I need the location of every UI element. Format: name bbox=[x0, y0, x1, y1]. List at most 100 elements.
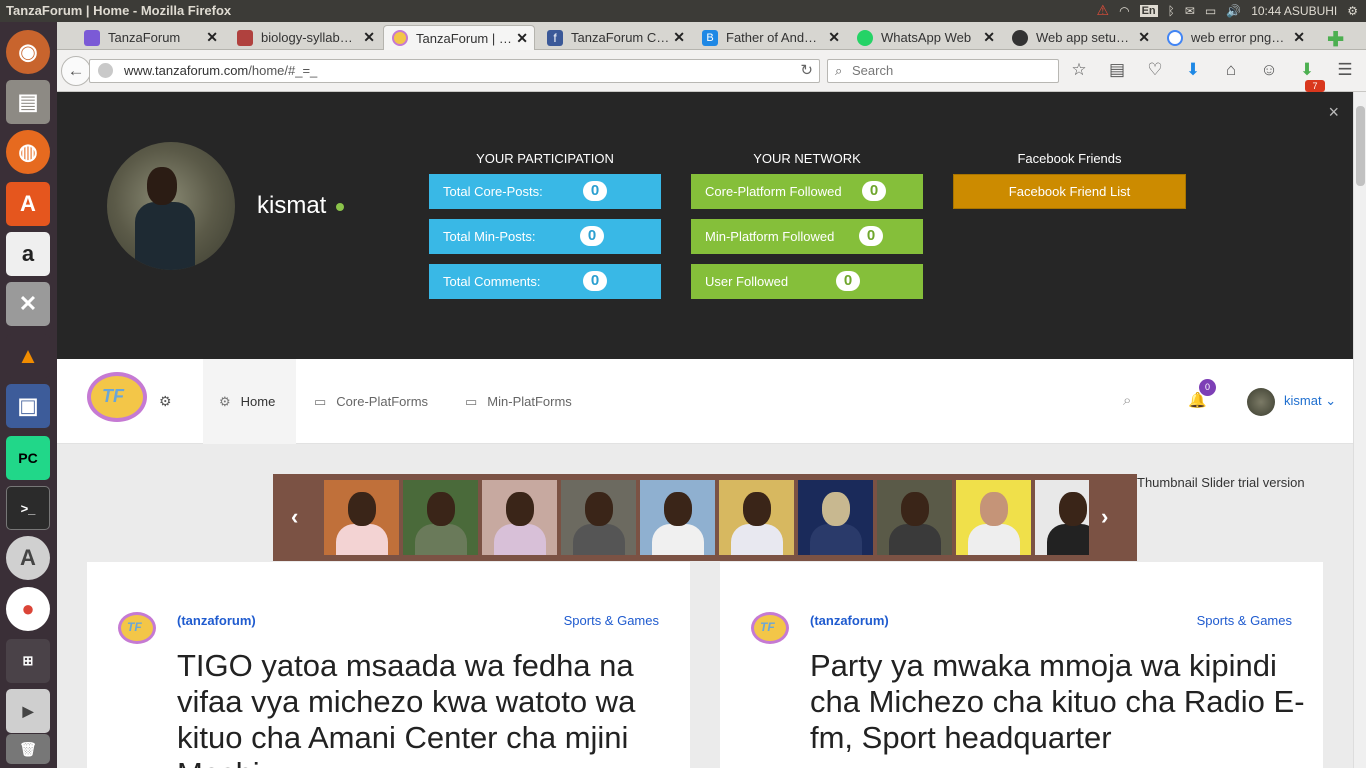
keyboard-layout[interactable]: En bbox=[1139, 4, 1158, 17]
profile-avatar bbox=[107, 142, 235, 270]
bluetooth-icon[interactable]: ᛒ bbox=[1168, 4, 1175, 18]
thumb-head bbox=[901, 492, 929, 526]
trash-icon[interactable]: 🗑 bbox=[6, 734, 50, 764]
url-bar[interactable]: www.tanzaforum.com/home/#_=_ ↻ bbox=[89, 59, 820, 83]
bell-icon[interactable]: 🔔 0 bbox=[1188, 379, 1216, 409]
slider-thumbnail[interactable] bbox=[403, 480, 478, 555]
tab-close-icon[interactable]: ✕ bbox=[1293, 29, 1305, 46]
slider-thumbnail[interactable] bbox=[719, 480, 794, 555]
site-logo[interactable]: TF bbox=[87, 372, 147, 422]
thumb-head bbox=[348, 492, 376, 526]
scrollbar-thumb[interactable] bbox=[1356, 106, 1365, 186]
nav-label: Min-PlatForms bbox=[487, 394, 572, 409]
page-scrollbar[interactable] bbox=[1353, 92, 1366, 768]
stat-core-platform-followed[interactable]: Core-Platform Followed 0 bbox=[691, 174, 923, 209]
system-settings-icon[interactable]: ✕ bbox=[6, 282, 50, 326]
battery-icon[interactable]: ▭ bbox=[1205, 4, 1216, 18]
power-gear-icon[interactable]: ⚙ bbox=[1347, 4, 1358, 18]
media-player-icon[interactable]: ▶ bbox=[6, 689, 50, 733]
files-icon[interactable]: ▤ bbox=[6, 80, 50, 124]
ubuntu-dash-icon[interactable]: ◉ bbox=[6, 30, 50, 74]
thumb-head bbox=[822, 492, 850, 526]
gear-icon[interactable]: ⚙ bbox=[159, 393, 172, 410]
stat-count: 0 bbox=[583, 271, 607, 291]
tab-close-icon[interactable]: ✕ bbox=[828, 29, 840, 46]
site-header: TF ⚙ ⚙ Home ▭ Core-PlatForms ▭ Min-PlatForm… bbox=[57, 359, 1353, 444]
post-card[interactable]: TF (tanzaforum) Sports & Games Party ya … bbox=[720, 562, 1323, 768]
close-icon[interactable]: × bbox=[1328, 102, 1339, 123]
google-favicon-icon bbox=[1167, 29, 1183, 46]
network-title: YOUR NETWORK bbox=[753, 151, 861, 166]
url-host: www.tanzaforum.com bbox=[124, 63, 249, 78]
search-input[interactable]: ⌕ Search bbox=[827, 59, 1059, 83]
post-category[interactable]: Sports & Games bbox=[564, 613, 659, 628]
workspace-switcher-icon[interactable]: ⊞ bbox=[6, 639, 50, 683]
tab-close-icon[interactable]: ✕ bbox=[206, 29, 218, 46]
software-updater-icon[interactable]: A bbox=[6, 536, 50, 580]
reload-icon[interactable]: ↻ bbox=[800, 60, 813, 82]
mail-icon[interactable]: ✉ bbox=[1185, 4, 1195, 18]
tab-close-icon[interactable]: ✕ bbox=[516, 30, 528, 47]
firefox-icon[interactable]: ◍ bbox=[6, 130, 50, 174]
search-icon[interactable]: ⌕ bbox=[1123, 392, 1131, 409]
pycharm-icon[interactable]: PC bbox=[6, 436, 50, 480]
browser-tab[interactable]: Web app setu… ✕ bbox=[1004, 25, 1156, 50]
volume-icon[interactable]: 🔊 bbox=[1226, 4, 1241, 18]
slider-next-icon[interactable]: › bbox=[1101, 504, 1108, 530]
slider-thumbnail[interactable] bbox=[324, 480, 399, 555]
avatar[interactable] bbox=[1247, 388, 1275, 416]
stat-min-platform-followed[interactable]: Min-Platform Followed 0 bbox=[691, 219, 923, 254]
stat-min-posts[interactable]: Total Min-Posts: 0 bbox=[429, 219, 661, 254]
post-source-logo: TF bbox=[751, 612, 789, 644]
browser-tab[interactable]: WhatsApp Web ✕ bbox=[849, 25, 1001, 50]
browser-tab[interactable]: web error png… ✕ bbox=[1159, 25, 1311, 50]
browser-tab[interactable]: TanzaForum ✕ bbox=[76, 25, 224, 50]
post-title[interactable]: Party ya mwaka mmoja wa kipindi cha Mich… bbox=[810, 648, 1310, 756]
back-button[interactable]: ← bbox=[61, 56, 91, 86]
user-menu[interactable]: kismat ⌄ bbox=[1284, 393, 1336, 409]
post-title[interactable]: TIGO yatoa msaada wa fedha na vifaa vya … bbox=[177, 648, 677, 768]
amazon-icon[interactable]: a bbox=[6, 232, 50, 276]
post-card[interactable]: TF (tanzaforum) Sports & Games TIGO yato… bbox=[87, 562, 690, 768]
nav-home[interactable]: ⚙ Home bbox=[203, 359, 296, 444]
slider-prev-icon[interactable]: ‹ bbox=[291, 504, 298, 530]
tab-close-icon[interactable]: ✕ bbox=[673, 29, 685, 46]
post-source[interactable]: (tanzaforum) bbox=[810, 613, 889, 628]
warning-icon[interactable]: ⚠ bbox=[1097, 2, 1110, 19]
terminal-icon[interactable]: >_ bbox=[6, 486, 50, 530]
tab-close-icon[interactable]: ✕ bbox=[363, 29, 375, 46]
tab-close-icon[interactable]: ✕ bbox=[1138, 29, 1150, 46]
profile-username: kismat bbox=[257, 192, 345, 220]
slider-thumbnail[interactable] bbox=[798, 480, 873, 555]
vlc-icon[interactable]: ▲ bbox=[6, 334, 50, 378]
post-source[interactable]: (tanzaforum) bbox=[177, 613, 256, 628]
browser-tab[interactable]: B Father of And… ✕ bbox=[694, 25, 846, 50]
slider-thumbnail[interactable] bbox=[561, 480, 636, 555]
facebook-friend-list-button[interactable]: Facebook Friend List bbox=[953, 174, 1186, 209]
post-category[interactable]: Sports & Games bbox=[1197, 613, 1292, 628]
browser-tab[interactable]: biology-syllab… ✕ bbox=[229, 25, 381, 50]
browser-tab[interactable]: f TanzaForum C… ✕ bbox=[539, 25, 691, 50]
nav-min-platforms[interactable]: ▭ Min-PlatForms bbox=[449, 359, 588, 444]
slider-thumbnail[interactable] bbox=[877, 480, 952, 555]
nav-core-platforms[interactable]: ▭ Core-PlatForms bbox=[298, 359, 444, 444]
stat-core-posts[interactable]: Total Core-Posts: 0 bbox=[429, 174, 661, 209]
new-tab-icon[interactable]: ✚ bbox=[1327, 27, 1344, 52]
browser-tab-active[interactable]: TanzaForum | … ✕ bbox=[383, 25, 535, 50]
stat-user-followed[interactable]: User Followed 0 bbox=[691, 264, 923, 299]
wifi-icon[interactable]: ◠ bbox=[1119, 4, 1129, 18]
software-center-icon[interactable]: A bbox=[6, 182, 50, 226]
slider-thumbnail[interactable] bbox=[482, 480, 557, 555]
notification-badge: 0 bbox=[1199, 379, 1216, 396]
logo-text: TF bbox=[127, 620, 142, 634]
stat-comments[interactable]: Total Comments: 0 bbox=[429, 264, 661, 299]
slider-thumbnail[interactable] bbox=[1035, 480, 1089, 555]
search-icon: ⌕ bbox=[835, 63, 843, 78]
slider-thumbnail[interactable] bbox=[956, 480, 1031, 555]
thumb-body bbox=[336, 524, 388, 555]
clock[interactable]: 10:44 ASUBUHI bbox=[1251, 4, 1337, 18]
remote-desktop-icon[interactable]: ▣ bbox=[6, 384, 50, 428]
slider-thumbnail[interactable] bbox=[640, 480, 715, 555]
tab-close-icon[interactable]: ✕ bbox=[983, 29, 995, 46]
chrome-icon[interactable]: ● bbox=[6, 587, 50, 631]
